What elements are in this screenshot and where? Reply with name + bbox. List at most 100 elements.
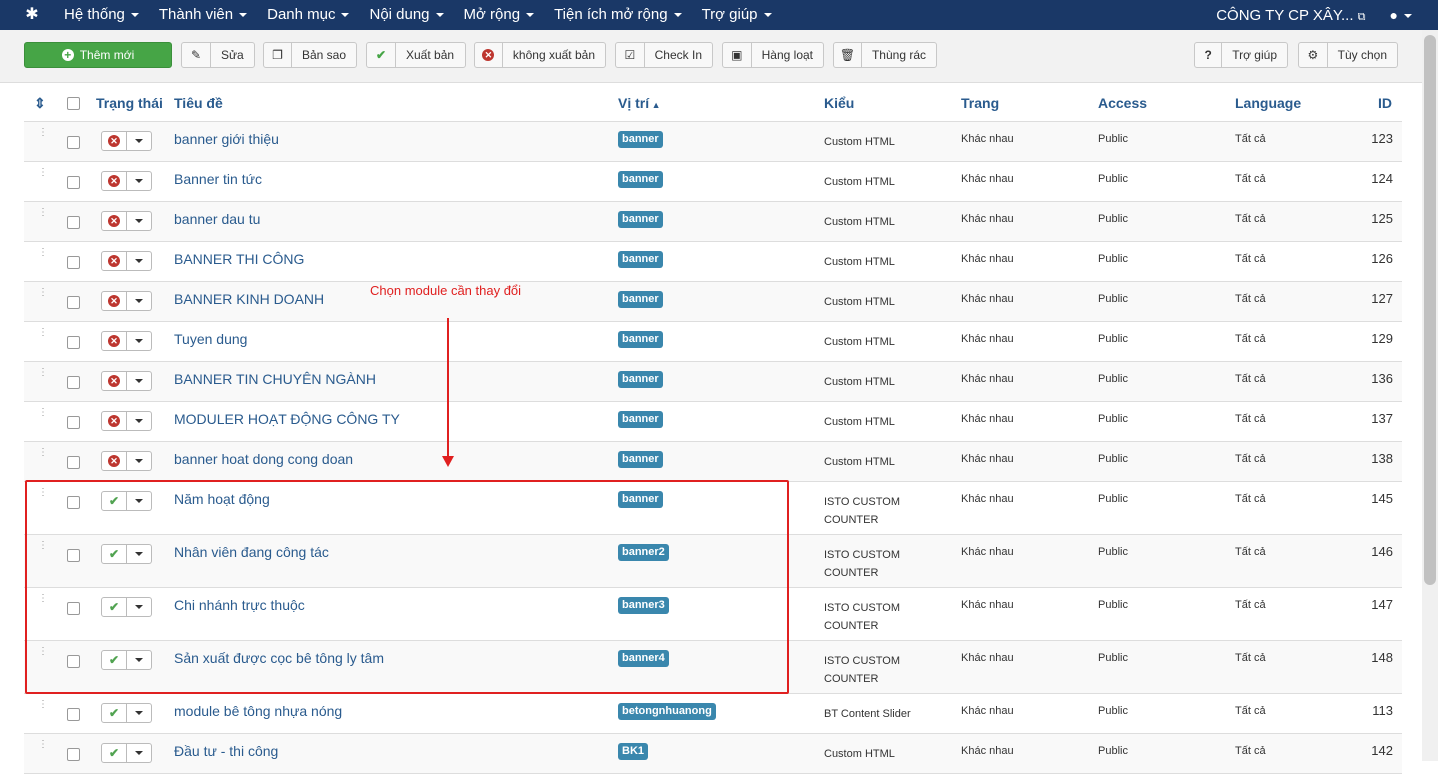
module-title-link[interactable]: Đầu tư - thi công xyxy=(174,743,278,759)
row-checkbox[interactable] xyxy=(67,376,80,389)
status-dropdown-button[interactable] xyxy=(127,451,152,471)
menu-content[interactable]: Nội dung xyxy=(359,0,453,30)
header-pages[interactable]: Trang xyxy=(961,95,999,111)
module-pages: Khác nhau xyxy=(961,493,1014,505)
unpublish-button[interactable]: ✕ không xuất bản xyxy=(474,42,606,68)
batch-button[interactable]: ▣ Hàng loạt xyxy=(722,42,824,68)
checkin-button[interactable]: ☑ Check In xyxy=(615,42,713,68)
row-checkbox[interactable] xyxy=(67,456,80,469)
joomla-logo-icon[interactable]: ✱ xyxy=(22,5,42,25)
publish-toggle-button[interactable]: ✕ xyxy=(101,451,127,471)
module-title-link[interactable]: Tuyen dung xyxy=(174,331,247,347)
menu-system[interactable]: Hệ thống xyxy=(54,0,149,30)
publish-toggle-button[interactable]: ✔ xyxy=(101,743,127,763)
new-button[interactable]: + Thêm mới xyxy=(24,42,172,68)
menu-extend[interactable]: Mở rộng xyxy=(454,0,545,30)
x-circle-icon: ✕ xyxy=(108,415,120,427)
row-checkbox[interactable] xyxy=(67,256,80,269)
check-all-checkbox[interactable] xyxy=(67,97,80,110)
row-checkbox[interactable] xyxy=(67,176,80,189)
publish-toggle-button[interactable]: ✔ xyxy=(101,703,127,723)
publish-toggle-button[interactable]: ✕ xyxy=(101,131,127,151)
drag-handle-icon[interactable]: ⋮ xyxy=(38,408,48,418)
status-dropdown-button[interactable] xyxy=(127,743,152,763)
row-checkbox[interactable] xyxy=(67,336,80,349)
module-pages: Khác nhau xyxy=(961,293,1014,305)
position-badge: banner xyxy=(618,331,663,348)
publish-toggle-button[interactable]: ✕ xyxy=(101,291,127,311)
header-type[interactable]: Kiểu xyxy=(824,95,854,111)
header-language[interactable]: Language xyxy=(1235,95,1301,111)
drag-handle-icon[interactable]: ⋮ xyxy=(38,740,48,750)
module-id: 125 xyxy=(1371,211,1393,226)
menu-label: Thành viên xyxy=(158,6,234,23)
module-title-link[interactable]: BANNER THI CÔNG xyxy=(174,251,304,267)
header-title[interactable]: Tiêu đề xyxy=(174,95,223,111)
status-dropdown-button[interactable] xyxy=(127,171,152,191)
row-checkbox[interactable] xyxy=(67,708,80,721)
menu-users[interactable]: Thành viên xyxy=(149,0,257,30)
header-id[interactable]: ID xyxy=(1378,95,1392,111)
menu-extensions[interactable]: Tiện ích mở rộng xyxy=(544,0,692,30)
publish-toggle-button[interactable]: ✕ xyxy=(101,211,127,231)
module-pages: Khác nhau xyxy=(961,599,1014,611)
help-button[interactable]: ? Trợ giúp xyxy=(1194,42,1288,68)
module-title-link[interactable]: banner hoat dong cong doan xyxy=(174,451,353,467)
drag-handle-icon[interactable]: ⋮ xyxy=(38,328,48,338)
annotation-arrow-line xyxy=(447,318,449,460)
header-status[interactable]: Trạng thái xyxy=(96,95,163,111)
status-dropdown-button[interactable] xyxy=(127,411,152,431)
status-dropdown-button[interactable] xyxy=(127,331,152,351)
edit-button[interactable]: ✎ Sửa xyxy=(181,42,255,68)
drag-handle-icon[interactable]: ⋮ xyxy=(38,208,48,218)
status-dropdown-button[interactable] xyxy=(127,251,152,271)
module-title-link[interactable]: BANNER TIN CHUYÊN NGÀNH xyxy=(174,371,376,387)
header-access[interactable]: Access xyxy=(1098,95,1147,111)
toolbar: + Thêm mới ✎ Sửa ❐ Bản sao ✔ Xuất bản ✕ không… xyxy=(0,30,1438,83)
module-access: Public xyxy=(1098,546,1128,558)
module-title-link[interactable]: banner giới thiệu xyxy=(174,131,279,147)
row-checkbox[interactable] xyxy=(67,296,80,309)
row-checkbox[interactable] xyxy=(67,416,80,429)
status-dropdown-button[interactable] xyxy=(127,371,152,391)
menu-help[interactable]: Trợ giúp xyxy=(692,0,782,30)
row-checkbox[interactable] xyxy=(67,748,80,761)
publish-button[interactable]: ✔ Xuất bản xyxy=(366,42,466,68)
drag-handle-icon[interactable]: ⋮ xyxy=(38,368,48,378)
ordering-sort-icon[interactable]: ⇕ xyxy=(34,95,46,112)
row-checkbox[interactable] xyxy=(67,216,80,229)
module-title-link[interactable]: Banner tin tức xyxy=(174,171,262,187)
status-dropdown-button[interactable] xyxy=(127,291,152,311)
row-checkbox[interactable] xyxy=(67,136,80,149)
drag-handle-icon[interactable]: ⋮ xyxy=(38,700,48,710)
module-language: Tất cả xyxy=(1235,453,1266,465)
user-menu[interactable]: ● xyxy=(1380,7,1438,23)
publish-toggle-button[interactable]: ✕ xyxy=(101,411,127,431)
module-title-link[interactable]: module bê tông nhựa nóng xyxy=(174,703,342,719)
module-pages: Khác nhau xyxy=(961,213,1014,225)
drag-handle-icon[interactable]: ⋮ xyxy=(38,248,48,258)
scrollbar-thumb[interactable] xyxy=(1424,35,1436,585)
site-link[interactable]: CÔNG TY CP XÂY... ⧉ xyxy=(1216,7,1379,24)
menu-label: Danh mục xyxy=(267,6,336,23)
status-dropdown-button[interactable] xyxy=(127,211,152,231)
copy-button[interactable]: ❐ Bản sao xyxy=(263,42,357,68)
menu-categories[interactable]: Danh mục xyxy=(257,0,359,30)
publish-toggle-button[interactable]: ✕ xyxy=(101,251,127,271)
status-dropdown-button[interactable] xyxy=(127,131,152,151)
header-position[interactable]: Vị trí ▲ xyxy=(618,95,661,111)
drag-handle-icon[interactable]: ⋮ xyxy=(38,128,48,138)
publish-toggle-button[interactable]: ✕ xyxy=(101,171,127,191)
drag-handle-icon[interactable]: ⋮ xyxy=(38,168,48,178)
options-button[interactable]: ⚙ Tùy chọn xyxy=(1298,42,1398,68)
publish-toggle-button[interactable]: ✕ xyxy=(101,371,127,391)
status-dropdown-button[interactable] xyxy=(127,703,152,723)
module-title-link[interactable]: BANNER KINH DOANH xyxy=(174,291,324,307)
drag-handle-icon[interactable]: ⋮ xyxy=(38,288,48,298)
publish-toggle-button[interactable]: ✕ xyxy=(101,331,127,351)
module-title-link[interactable]: MODULER HOẠT ĐỘNG CÔNG TY xyxy=(174,411,400,427)
annotation-note: Chọn module cần thay đổi xyxy=(370,283,522,298)
trash-button[interactable]: 🗑 Thùng rác xyxy=(833,42,937,68)
drag-handle-icon[interactable]: ⋮ xyxy=(38,448,48,458)
module-title-link[interactable]: banner dau tu xyxy=(174,211,260,227)
